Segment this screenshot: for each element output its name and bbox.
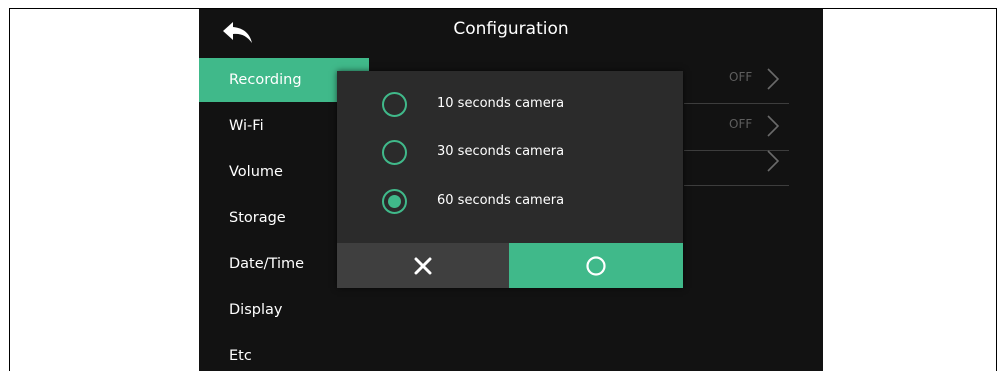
circle-confirm-icon xyxy=(586,255,606,276)
close-icon xyxy=(414,257,432,274)
setting-value: OFF xyxy=(729,117,753,131)
radio-dot xyxy=(388,195,401,208)
sidebar-item-label: Display xyxy=(229,302,283,318)
option-10-seconds[interactable]: 10 seconds camera xyxy=(337,82,683,128)
chevron-right-icon xyxy=(767,150,780,172)
setting-row[interactable]: OFF xyxy=(684,57,789,104)
setting-value: OFF xyxy=(729,70,753,84)
option-30-seconds[interactable]: 30 seconds camera xyxy=(337,130,683,176)
sidebar-item-label: Storage xyxy=(229,210,286,226)
header-bar: Configuration xyxy=(199,9,823,55)
page-title: Configuration xyxy=(453,19,569,39)
config-screen: Configuration Recording Wi-Fi Volume Sto… xyxy=(199,9,823,371)
radio-button[interactable] xyxy=(382,140,407,165)
option-label: 10 seconds camera xyxy=(437,96,565,111)
cancel-button[interactable] xyxy=(337,243,509,288)
recording-duration-dialog: 10 seconds camera 30 seconds camera 60 s… xyxy=(337,71,683,288)
sidebar-item-etc[interactable]: Etc xyxy=(199,334,369,371)
back-arrow-icon xyxy=(223,22,252,43)
sidebar-item-label: Date/Time xyxy=(229,256,305,272)
sidebar-item-label: Volume xyxy=(229,164,283,180)
chevron-right-icon xyxy=(767,68,780,90)
back-button[interactable] xyxy=(221,20,255,46)
sidebar-item-label: Recording xyxy=(229,72,302,88)
setting-row[interactable] xyxy=(684,139,789,186)
option-label: 30 seconds camera xyxy=(437,144,565,159)
chevron-right-icon xyxy=(767,115,780,137)
confirm-button[interactable] xyxy=(509,243,683,288)
option-60-seconds[interactable]: 60 seconds camera xyxy=(337,179,683,225)
sidebar-item-label: Etc xyxy=(229,348,252,364)
sidebar-item-display[interactable]: Display xyxy=(199,288,369,332)
option-label: 60 seconds camera xyxy=(437,193,565,208)
radio-button[interactable] xyxy=(382,92,407,117)
sidebar-item-label: Wi-Fi xyxy=(229,118,264,134)
radio-button[interactable] xyxy=(382,189,407,214)
